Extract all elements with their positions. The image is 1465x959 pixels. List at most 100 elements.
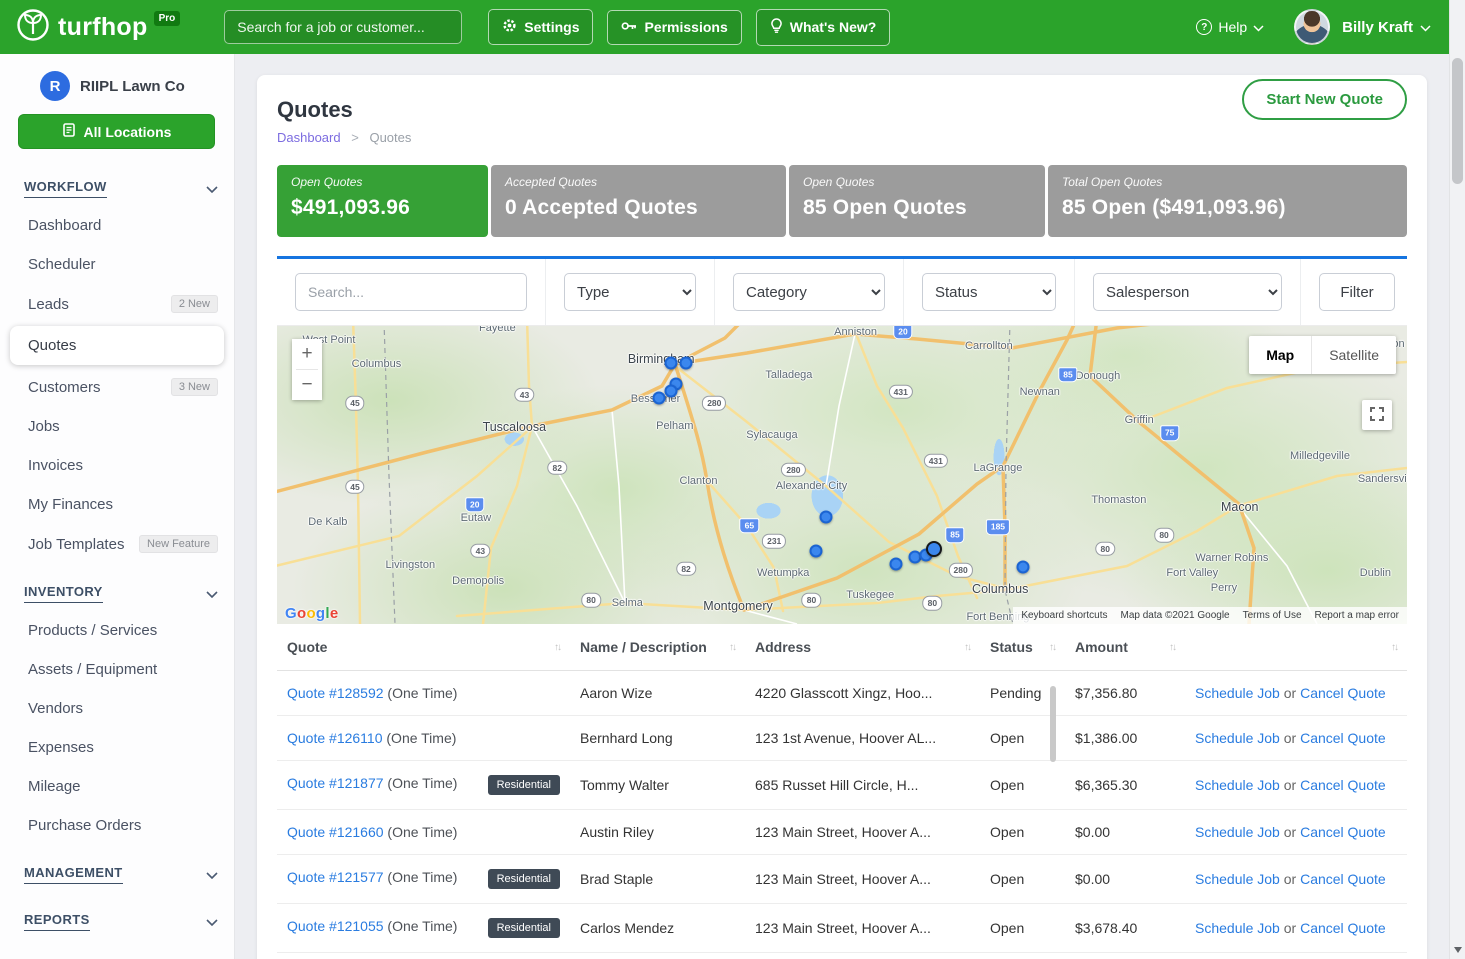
quote-type: (One Time) [387,685,457,701]
sidebar-item-scheduler[interactable]: Scheduler [0,245,234,284]
stats-row: Open Quotes $491,093.96 Accepted Quotes … [277,165,1407,237]
sidebar-section-reports[interactable]: REPORTS [0,900,234,939]
map-quote-marker[interactable] [890,558,903,571]
chevron-down-icon [206,866,218,884]
sidebar-item-products-services[interactable]: Products / Services [0,611,234,650]
avatar[interactable] [1294,9,1330,45]
keyboard-shortcuts-link[interactable]: Keyboard shortcuts [1021,610,1107,621]
salesperson-select[interactable]: Salesperson [1093,273,1282,311]
sidebar-item-jobs[interactable]: Jobs [0,407,234,446]
sidebar-item-label: Dashboard [28,217,101,234]
map-quote-marker[interactable] [1016,560,1029,573]
quote-link[interactable]: Quote #121877 [287,775,384,791]
cancel-quote-link[interactable]: Cancel Quote [1300,920,1386,936]
filter-button[interactable]: Filter [1319,273,1395,311]
company-switcher[interactable]: R RIIPL Lawn Co [0,54,234,114]
quote-link[interactable]: Quote #121577 [287,869,384,885]
report-map-error-link[interactable]: Report a map error [1315,610,1399,621]
sidebar-item-assets-equipment[interactable]: Assets / Equipment [0,650,234,689]
map-quote-marker[interactable] [680,357,693,370]
brand-logo[interactable]: turfhop Pro [16,8,182,47]
cancel-quote-link[interactable]: Cancel Quote [1300,871,1386,887]
map-quote-marker[interactable] [665,356,678,369]
map-type-control: Map Satellite [1249,336,1396,374]
schedule-job-link[interactable]: Schedule Job [1195,777,1280,793]
schedule-job-link[interactable]: Schedule Job [1195,871,1280,887]
column-header-status[interactable]: Status [990,639,1033,655]
status-select[interactable]: Status [922,273,1056,311]
stat-label: Accepted Quotes [505,175,772,189]
sidebar-item-mileage[interactable]: Mileage [0,767,234,806]
quote-link[interactable]: Quote #126110 [287,730,383,746]
sidebar-item-quotes[interactable]: Quotes [10,326,224,365]
scrollbar-down-button[interactable] [1450,943,1465,957]
column-header-quote[interactable]: Quote [287,639,327,655]
terms-of-use-link[interactable]: Terms of Use [1243,610,1302,621]
sort-icon[interactable]: ↑↓ [554,642,560,653]
satellite-view-button[interactable]: Satellite [1312,336,1396,374]
schedule-job-link[interactable]: Schedule Job [1195,685,1280,701]
permissions-button[interactable]: Permissions [607,10,741,45]
sidebar-item-expenses[interactable]: Expenses [0,728,234,767]
sidebar-item-label: Invoices [28,457,83,474]
sidebar-item-vendors[interactable]: Vendors [0,689,234,728]
help-menu[interactable]: ? Help [1196,19,1264,35]
cancel-quote-link[interactable]: Cancel Quote [1300,730,1386,746]
sidebar-item-invoices[interactable]: Invoices [0,446,234,485]
user-menu[interactable]: Billy Kraft [1342,19,1431,36]
sidebar-item-purchase-orders[interactable]: Purchase Orders [0,806,234,845]
schedule-job-link[interactable]: Schedule Job [1195,824,1280,840]
fullscreen-button[interactable] [1362,400,1392,430]
quote-link[interactable]: Quote #121660 [287,824,384,840]
map-view-button[interactable]: Map [1249,336,1311,374]
global-search-input[interactable] [224,10,462,44]
map-quote-marker[interactable] [665,384,678,397]
sidebar-section-workflow[interactable]: WORKFLOW [0,167,234,206]
map-quote-marker[interactable] [652,392,665,405]
stat-card-open-quotes-amount: Open Quotes $491,093.96 [277,165,488,237]
sidebar-item-job-templates[interactable]: Job Templates New Feature [0,524,234,564]
cancel-quote-link[interactable]: Cancel Quote [1300,685,1386,701]
zoom-out-button[interactable]: − [292,370,322,400]
sort-icon[interactable]: ↑↓ [1391,642,1397,653]
cancel-quote-link[interactable]: Cancel Quote [1300,824,1386,840]
all-locations-label: All Locations [84,124,172,140]
stat-card-accepted-quotes: Accepted Quotes 0 Accepted Quotes [491,165,786,237]
sidebar-item-dashboard[interactable]: Dashboard [0,206,234,245]
type-select[interactable]: Type [564,273,696,311]
column-header-address[interactable]: Address [755,639,811,655]
scrollbar-thumb[interactable] [1452,58,1463,184]
map-quote-marker[interactable] [810,544,823,557]
sort-icon[interactable]: ↑↓ [729,642,735,653]
breadcrumb-dashboard-link[interactable]: Dashboard [277,130,341,145]
quotes-search-input[interactable] [295,273,527,311]
column-header-name[interactable]: Name / Description [580,639,707,655]
table-inner-scrollbar[interactable] [1050,686,1056,762]
sort-icon[interactable]: ↑↓ [1169,642,1175,653]
map-canvas[interactable]: + − Map Satellite Google Keyboard shortc… [277,326,1407,624]
category-select[interactable]: Category [733,273,885,311]
map-quote-marker[interactable] [926,541,942,557]
whats-new-button[interactable]: What's New? [756,9,891,46]
sidebar-item-my-finances[interactable]: My Finances [0,485,234,524]
quote-link[interactable]: Quote #128592 [287,685,384,701]
settings-button[interactable]: Settings [488,9,593,45]
sidebar-section-inventory[interactable]: INVENTORY [0,572,234,611]
quote-address: 123 Main Street, Hoover A... [745,904,980,953]
sidebar-section-management[interactable]: MANAGEMENT [0,853,234,892]
schedule-job-link[interactable]: Schedule Job [1195,920,1280,936]
sidebar-item-customers[interactable]: Customers 3 New [0,367,234,407]
column-header-amount[interactable]: Amount [1075,639,1128,655]
start-new-quote-button[interactable]: Start New Quote [1242,79,1407,120]
cancel-quote-link[interactable]: Cancel Quote [1300,777,1386,793]
sort-icon[interactable]: ↑↓ [964,642,970,653]
zoom-in-button[interactable]: + [292,339,322,369]
sort-icon[interactable]: ↑↓ [1049,642,1055,653]
schedule-job-link[interactable]: Schedule Job [1195,730,1280,746]
sidebar-item-leads[interactable]: Leads 2 New [0,284,234,324]
quote-link[interactable]: Quote #121055 [287,918,384,934]
sidebar-item-label: Jobs [28,418,60,435]
page-scrollbar[interactable] [1449,0,1465,959]
all-locations-button[interactable]: All Locations [18,114,215,149]
map-quote-marker[interactable] [820,510,833,523]
